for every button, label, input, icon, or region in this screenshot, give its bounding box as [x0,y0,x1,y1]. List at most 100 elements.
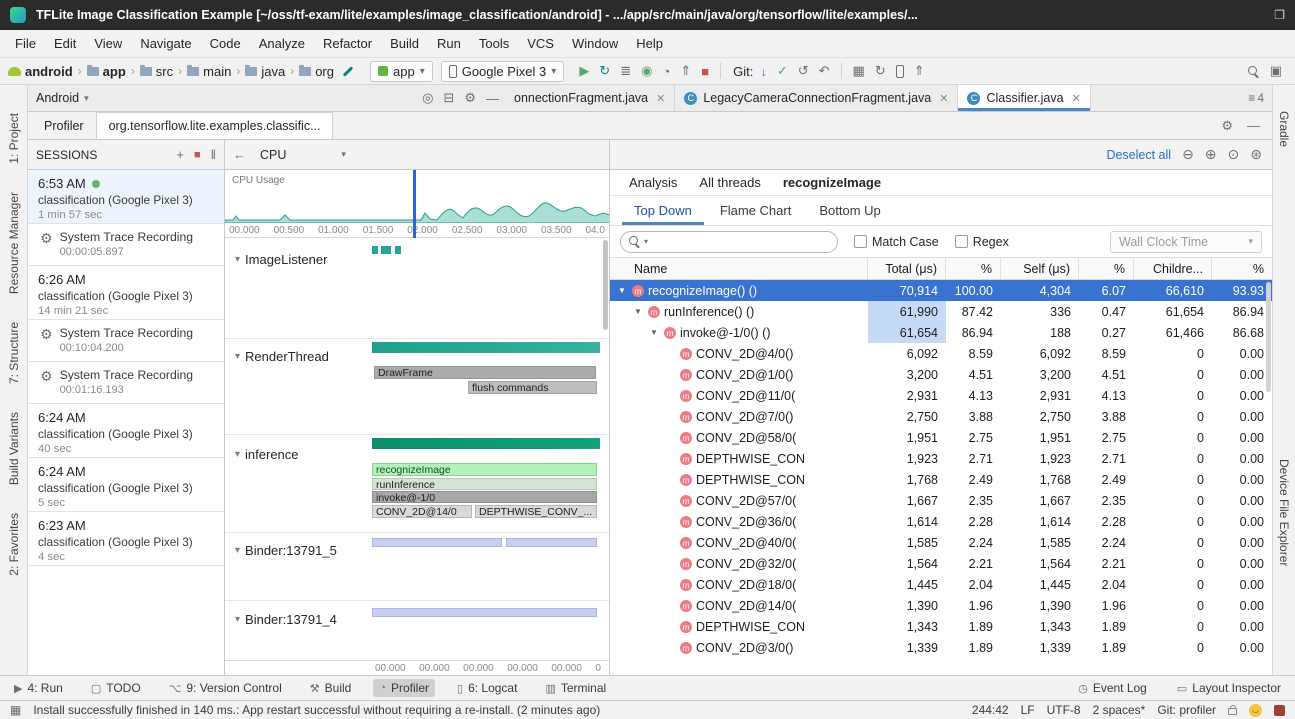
tool-window-button[interactable]: ◔ Profiler [373,679,435,697]
editor-tab[interactable]: C onnectionFragment.java ✕ [505,85,675,111]
profile-icon[interactable]: ◔ [657,64,675,79]
column-header[interactable]: % [946,258,1001,279]
stop-recording-icon[interactable]: ■ [194,149,201,161]
table-row[interactable]: ▼ m runInference() () 61,990 87.42 336 0… [610,301,1272,322]
tool-window-button[interactable]: ▭ Layout Inspector [1171,679,1287,697]
editor-tab[interactable]: C Classifier.java ✕ [958,85,1090,111]
clock-type-select[interactable]: Wall Clock Time ▾ [1110,231,1262,253]
menu-item[interactable]: Code [201,32,250,55]
menu-item[interactable]: Navigate [131,32,200,55]
session-item[interactable]: 6:23 AM classification (Google Pixel 3) … [28,512,224,566]
session-item[interactable]: System Trace Recording 00:10:04.200 ⚙ Sy… [28,320,224,362]
menu-item[interactable]: Window [563,32,627,55]
table-row[interactable]: ▼ m DEPTHWISE_CON 1,923 2.71 1,923 2.71 … [610,448,1272,469]
thread-row-imagelistener[interactable]: ▾ ImageListener [235,252,327,267]
coverage-icon[interactable]: ≣ [615,63,636,79]
profiler-tab[interactable]: org.tensorflow.lite.examples.classific..… [96,112,334,139]
column-header[interactable]: % [1212,258,1272,279]
gear-icon[interactable]: ⚙ [1221,118,1233,134]
table-row[interactable]: ▼ m CONV_2D@18/0( 1,445 2.04 1,445 2.04 … [610,574,1272,595]
column-header[interactable]: Self (μs) [1001,258,1079,279]
deselect-all-link[interactable]: Deselect all [1106,148,1171,162]
table-scrollbar[interactable] [1266,282,1271,392]
hide-panel-icon[interactable]: — [486,91,499,106]
locate-file-icon[interactable]: ◎ [422,90,433,106]
table-row[interactable]: ▼ m CONV_2D@4/0() 6,092 8.59 6,092 8.59 … [610,343,1272,364]
table-row[interactable]: ▼ m CONV_2D@7/0() 2,750 3.88 2,750 3.88 … [610,406,1272,427]
session-item[interactable]: 6:24 AM classification (Google Pixel 3) … [28,404,224,458]
menu-item[interactable]: Build [381,32,428,55]
expand-arrow-icon[interactable]: ▼ [616,286,628,295]
tool-stripe-button[interactable]: 2: Favorites [7,513,21,576]
column-header[interactable]: Total (μs) [868,258,946,279]
menu-item[interactable]: View [85,32,131,55]
table-row[interactable]: ▼ m CONV_2D@57/0( 1,667 2.35 1,667 2.35 … [610,490,1272,511]
table-row[interactable]: ▼ m DEPTHWISE_CON 1,343 1.89 1,343 1.89 … [610,616,1272,637]
apply-changes-icon[interactable]: ↻ [594,63,615,79]
expand-arrow-icon[interactable]: ▼ [632,307,644,316]
session-item[interactable]: 6:24 AM classification (Google Pixel 3) … [28,458,224,512]
thread-row-binder5[interactable]: ▾ Binder:13791_5 [235,543,337,558]
git-history-icon[interactable]: ↶ [814,63,835,79]
debug-icon[interactable]: ◉ [636,63,657,79]
analysis-tab[interactable]: recognizeImage [774,171,890,194]
zoom-to-selection-icon[interactable]: ⊛ [1250,146,1262,163]
add-session-icon[interactable]: + [176,147,184,162]
project-view-select[interactable]: Android ▾ [34,91,89,105]
menu-item[interactable]: VCS [518,32,563,55]
notification-icon[interactable] [1274,705,1285,716]
menu-item[interactable]: Analyze [250,32,314,55]
breadcrumb-module[interactable]: android [8,64,73,79]
timeline-panel[interactable]: CPU Usage 00.00000.50001.00001.50002.000… [225,170,610,675]
collapse-icon[interactable]: ▾ [235,351,240,362]
trace-event-bar[interactable]: DrawFrame [374,366,596,379]
breadcrumb-item[interactable]: › main [177,64,231,79]
git-branch-indicator[interactable]: Git: profiler [1157,703,1216,717]
tool-window-button[interactable]: ⌥ 9: Version Control [163,679,288,697]
thread-row-binder4[interactable]: ▾ Binder:13791_4 [235,612,337,627]
table-row[interactable]: ▼ m CONV_2D@32/0( 1,564 2.21 1,564 2.21 … [610,553,1272,574]
collapse-icon[interactable]: ▾ [235,614,240,625]
profiler-tab[interactable]: Profiler [32,112,96,139]
table-row[interactable]: ▼ m CONV_2D@58/0( 1,951 2.75 1,951 2.75 … [610,427,1272,448]
device-manager-icon[interactable] [896,65,904,78]
session-item[interactable]: System Trace Recording 00:00:05.897 ⚙ Sy… [28,224,224,266]
table-row[interactable]: ▼ m invoke@-1/0() () 61,654 86.94 188 0.… [610,322,1272,343]
cpu-usage-chart[interactable]: CPU Usage 00.00000.50001.00001.50002.000… [225,170,609,238]
device-select[interactable]: Google Pixel 3 ▾ [441,61,565,82]
close-tab-icon[interactable]: ✕ [937,92,948,105]
breadcrumb-item[interactable]: › java [235,64,285,79]
tool-stripe-button-device-file-explorer[interactable]: Device File Explorer [1277,459,1291,566]
attach-debugger-icon[interactable]: ⇑ [675,63,696,79]
table-row[interactable]: ▼ m CONV_2D@14/0( 1,390 1.96 1,390 1.96 … [610,595,1272,616]
back-icon[interactable]: ← [233,147,246,162]
pause-icon[interactable]: ‖ [211,147,216,162]
tool-window-button[interactable]: ▯ 6: Logcat [451,679,523,697]
breadcrumb-item[interactable]: › app [77,64,126,79]
tool-window-button[interactable]: ▶ 4: Run [8,679,69,697]
git-update-icon[interactable]: ↓ [755,64,772,79]
session-item[interactable]: 6:53 AM classification (Google Pixel 3) … [28,170,224,224]
column-header[interactable]: % [1079,258,1134,279]
search-input[interactable] [650,235,829,249]
analysis-subtab[interactable]: Flame Chart [708,196,804,225]
table-row[interactable]: ▼ m recognizeImage() () 70,914 100.00 4,… [610,280,1272,301]
feedback-smiley-icon[interactable]: ◡ [1249,704,1262,717]
run-configuration-select[interactable]: app ▾ [370,61,433,82]
session-item[interactable]: 6:26 AM classification (Google Pixel 3) … [28,266,224,320]
table-row[interactable]: ▼ m CONV_2D@36/0( 1,614 2.28 1,614 2.28 … [610,511,1272,532]
breadcrumb-item[interactable]: › src [130,64,173,79]
tool-stripe-button[interactable]: Resource Manager [7,192,21,294]
thread-row-inference[interactable]: ▾ inference [235,447,299,462]
tool-stripe-button[interactable]: Build Variants [7,412,21,485]
trace-event-bar[interactable]: flush commands [468,381,597,394]
indent-indicator[interactable]: 2 spaces* [1093,703,1146,717]
table-row[interactable]: ▼ m CONV_2D@11/0( 2,931 4.13 2,931 4.13 … [610,385,1272,406]
window-controls-icon[interactable]: ❐ [1274,8,1285,22]
hide-panel-icon[interactable]: — [1247,118,1260,133]
line-ending-indicator[interactable]: LF [1021,703,1035,717]
trace-event-bar[interactable]: DEPTHWISE_CONV_... [475,505,597,518]
trace-event-bar[interactable]: CONV_2D@14/0 [372,505,472,518]
zoom-in-icon[interactable]: ⊕ [1205,146,1217,163]
collapse-all-icon[interactable]: ⊟ [443,90,454,106]
